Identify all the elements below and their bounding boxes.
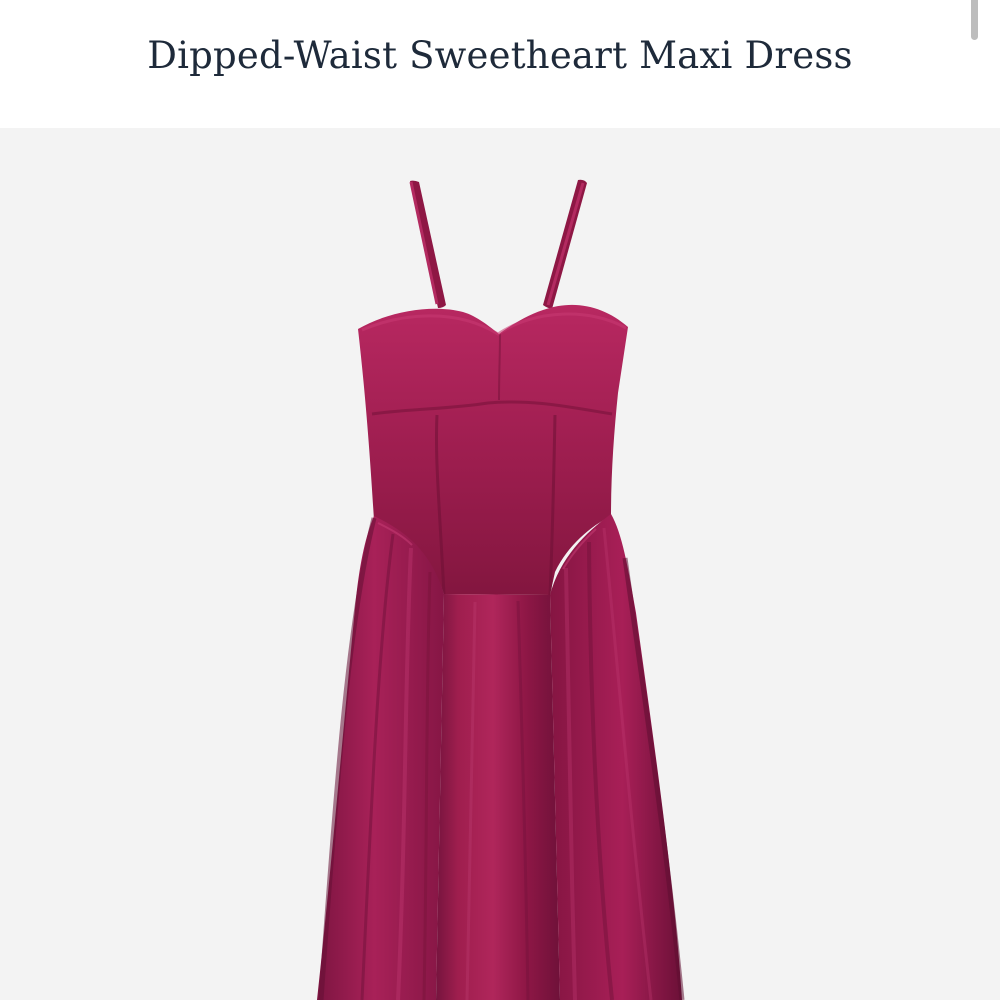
product-dress-image[interactable] <box>0 128 1000 1000</box>
scroll-indicator[interactable] <box>971 0 978 40</box>
product-image-area[interactable] <box>0 128 1000 1000</box>
product-title: Dipped-Waist Sweetheart Maxi Dress <box>147 34 853 77</box>
product-header: Dipped-Waist Sweetheart Maxi Dress <box>0 0 1000 128</box>
product-page: Dipped-Waist Sweetheart Maxi Dress <box>0 0 1000 1000</box>
